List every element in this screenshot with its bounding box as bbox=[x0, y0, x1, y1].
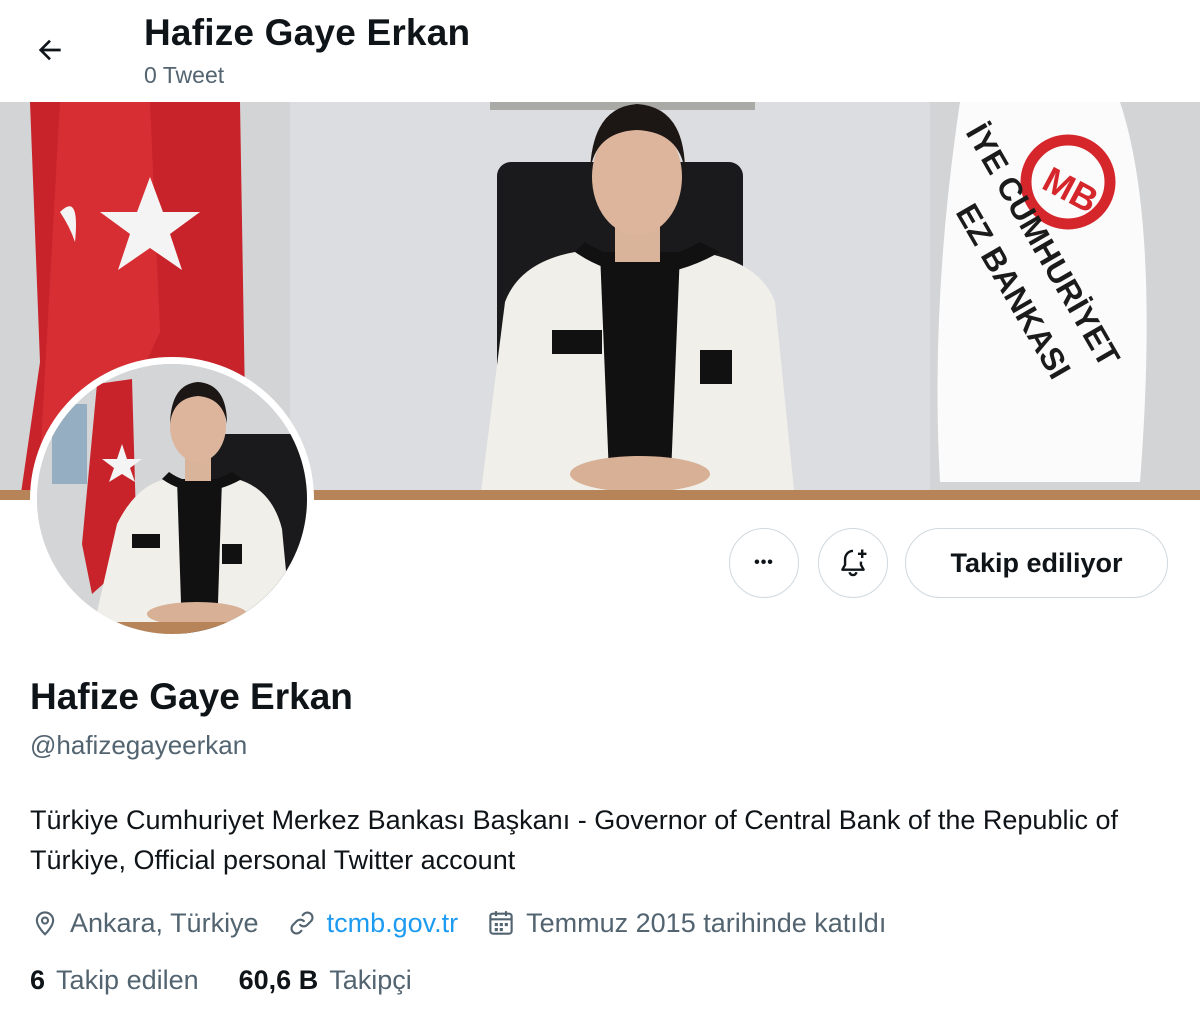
location-item: Ankara, Türkiye bbox=[30, 908, 259, 939]
notification-bell-plus-icon bbox=[841, 549, 867, 577]
joined-text: Temmuz 2015 tarihinde katıldı bbox=[526, 907, 887, 938]
following-button[interactable]: Takip ediliyor bbox=[905, 528, 1168, 598]
location-icon bbox=[35, 911, 55, 936]
profile-meta: Ankara, Türkiye tcmb.gov.tr Temmuz 2015 … bbox=[30, 903, 914, 943]
avatar-image bbox=[37, 364, 307, 634]
following-label: Takip edilen bbox=[56, 965, 199, 995]
more-icon: ••• bbox=[754, 554, 774, 571]
profile-name: Hafize Gaye Erkan bbox=[30, 676, 353, 717]
followers-label: Takipçi bbox=[329, 965, 412, 995]
calendar-icon bbox=[489, 911, 513, 935]
avatar[interactable] bbox=[30, 357, 314, 641]
more-button[interactable]: ••• bbox=[729, 528, 799, 598]
following-stat[interactable]: 6 Takip edilen bbox=[30, 965, 199, 996]
back-arrow-icon bbox=[38, 39, 61, 61]
profile-header: Hafize Gaye Erkan 0 Tweet bbox=[0, 0, 1200, 102]
location-text: Ankara, Türkiye bbox=[70, 907, 259, 938]
tweet-count: 0 Tweet bbox=[144, 62, 225, 88]
following-count: 6 bbox=[30, 965, 46, 995]
joined-item: Temmuz 2015 tarihinde katıldı bbox=[486, 908, 886, 939]
followers-count: 60,6 B bbox=[238, 965, 319, 995]
link-icon bbox=[290, 911, 314, 935]
profile-stats: 6 Takip edilen 60,6 B Takipçi bbox=[30, 965, 452, 996]
back-button[interactable] bbox=[28, 28, 72, 72]
profile-bio: Türkiye Cumhuriyet Merkez Bankası Başkan… bbox=[30, 805, 1118, 875]
website-link[interactable]: tcmb.gov.tr bbox=[327, 908, 459, 939]
notifications-button[interactable] bbox=[818, 528, 888, 598]
followers-stat[interactable]: 60,6 B Takipçi bbox=[239, 965, 412, 996]
profile-handle: @hafizegayeerkan bbox=[30, 730, 248, 760]
header-title: Hafize Gaye Erkan bbox=[144, 12, 471, 53]
website-item: tcmb.gov.tr bbox=[287, 908, 459, 939]
